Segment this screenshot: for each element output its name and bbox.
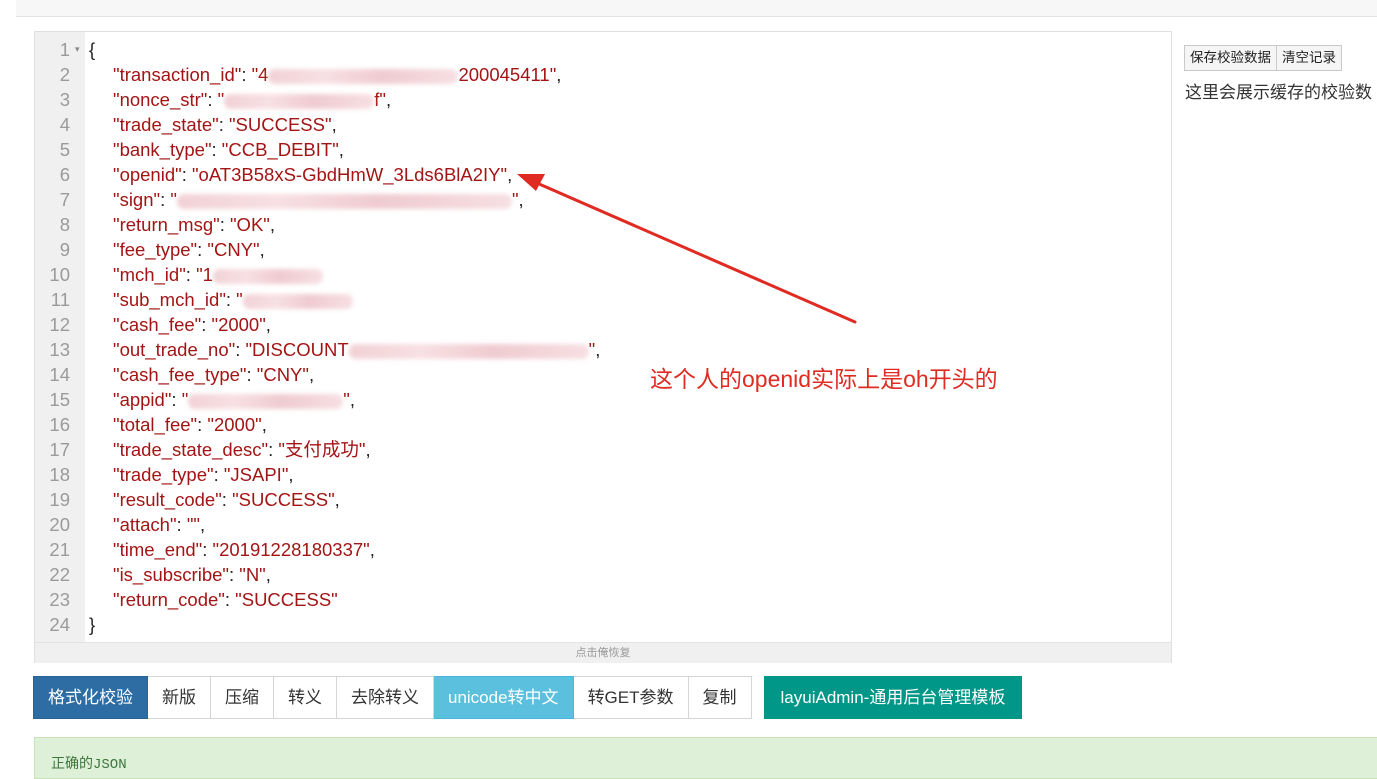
arrow-shaft bbox=[528, 178, 857, 324]
arrow-head bbox=[517, 174, 545, 191]
annotation-note: 这个人的openid实际上是oh开头的 bbox=[650, 366, 998, 392]
